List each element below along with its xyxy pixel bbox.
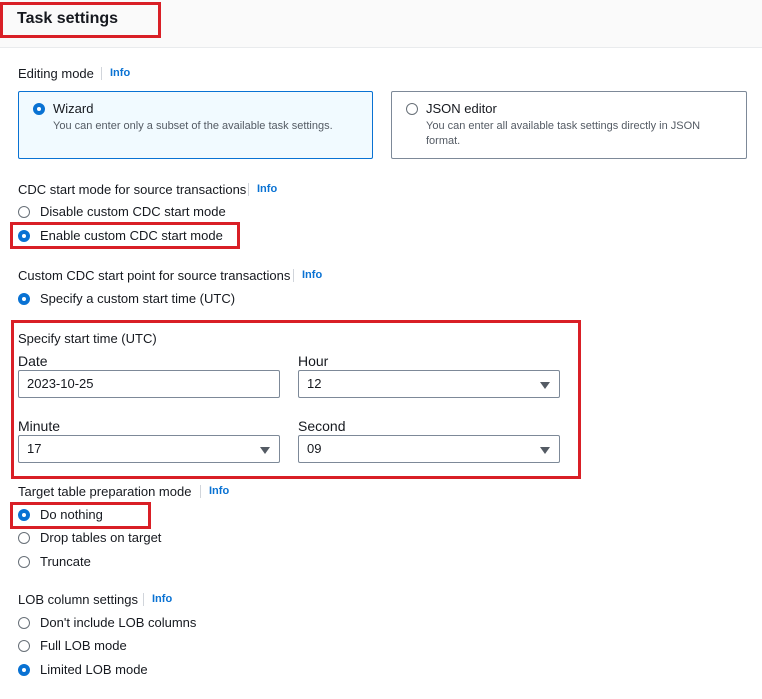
no-lob-radio[interactable]: [18, 616, 30, 629]
editing-mode-json-tile[interactable]: JSON editor You can enter all available …: [391, 91, 747, 159]
cdc-start-mode-info-link[interactable]: Info: [248, 183, 277, 196]
full-lob-option[interactable]: Full LOB mode: [18, 638, 127, 653]
second-value: 09: [307, 441, 322, 456]
minute-label: Minute: [18, 418, 61, 434]
truncate-label: Truncate: [40, 554, 91, 569]
caret-down-icon: [260, 447, 270, 454]
title-highlight-box: [0, 2, 161, 38]
editing-mode-label: Editing mode: [18, 66, 94, 81]
cdc-enable-highlight-box: [10, 222, 240, 249]
cdc-disable-radio[interactable]: [18, 205, 30, 218]
target-prep-info-link[interactable]: Info: [200, 485, 229, 498]
custom-start-time-radio[interactable]: [18, 292, 30, 305]
lob-settings-info-link[interactable]: Info: [143, 593, 172, 606]
date-input[interactable]: 2023-10-25: [18, 370, 280, 398]
hour-select[interactable]: 12: [298, 370, 560, 398]
cdc-start-point-info-link[interactable]: Info: [293, 269, 322, 282]
cdc-disable-option[interactable]: Disable custom CDC start mode: [18, 204, 226, 219]
drop-tables-radio[interactable]: [18, 531, 30, 544]
custom-start-time-option[interactable]: Specify a custom start time (UTC): [18, 291, 235, 306]
lob-settings-label: LOB column settings: [18, 592, 138, 607]
editing-mode-wizard-tile[interactable]: Wizard You can enter only a subset of th…: [18, 91, 373, 159]
cdc-start-point-label: Custom CDC start point for source transa…: [18, 268, 291, 283]
full-lob-radio[interactable]: [18, 639, 30, 652]
hour-value: 12: [307, 376, 322, 391]
limited-lob-radio[interactable]: [18, 663, 30, 676]
custom-start-time-label: Specify a custom start time (UTC): [40, 291, 236, 306]
wizard-radio[interactable]: [33, 103, 45, 115]
minute-select[interactable]: 17: [18, 435, 280, 463]
caret-down-icon: [540, 382, 550, 389]
caret-down-icon: [540, 447, 550, 454]
do-nothing-highlight-box: [10, 502, 151, 529]
truncate-option[interactable]: Truncate: [18, 554, 91, 569]
cdc-start-mode-label: CDC start mode for source transactions: [18, 182, 247, 197]
truncate-radio[interactable]: [18, 555, 30, 568]
json-editor-radio[interactable]: [406, 103, 418, 115]
wizard-title: Wizard: [53, 101, 94, 116]
no-lob-option[interactable]: Don't include LOB columns: [18, 615, 196, 630]
second-label: Second: [298, 418, 346, 434]
drop-tables-option[interactable]: Drop tables on target: [18, 530, 161, 545]
drop-tables-label: Drop tables on target: [40, 530, 162, 545]
limited-lob-option[interactable]: Limited LOB mode: [18, 662, 148, 677]
full-lob-label: Full LOB mode: [40, 638, 127, 653]
start-time-label: Specify start time (UTC): [18, 331, 157, 346]
hour-label: Hour: [298, 353, 329, 369]
limited-lob-label: Limited LOB mode: [40, 662, 148, 677]
json-editor-description: You can enter all available task setting…: [426, 120, 701, 147]
minute-value: 17: [27, 441, 42, 456]
no-lob-label: Don't include LOB columns: [40, 615, 197, 630]
editing-mode-info-link[interactable]: Info: [101, 67, 130, 80]
target-prep-label: Target table preparation mode: [18, 484, 192, 499]
date-label: Date: [18, 353, 48, 369]
wizard-description: You can enter only a subset of the avail…: [53, 120, 333, 132]
cdc-disable-label: Disable custom CDC start mode: [40, 204, 226, 219]
second-select[interactable]: 09: [298, 435, 560, 463]
json-editor-title: JSON editor: [426, 101, 497, 116]
